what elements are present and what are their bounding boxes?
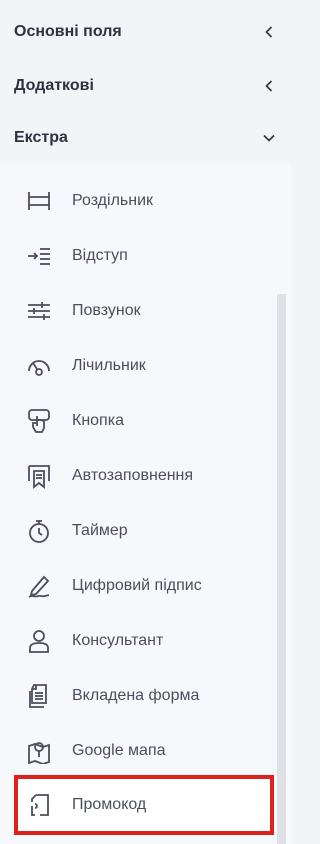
divider-icon [22,184,56,218]
item-button[interactable]: Кнопка [22,401,262,441]
nested-form-icon [22,679,56,713]
item-counter[interactable]: Лічильник [22,346,262,386]
chevron-left-icon [263,80,275,92]
item-label: Вкладена форма [72,687,200,704]
item-consultant[interactable]: Консультант [22,621,262,661]
item-signature[interactable]: Цифровий підпис [22,566,262,606]
item-label: Консультант [72,632,164,649]
item-label: Повзунок [72,302,141,319]
indent-icon [22,239,56,273]
stopwatch-icon [22,514,56,548]
autofill-icon [22,459,56,493]
item-slider[interactable]: Повзунок [22,291,262,331]
hand-pointer-icon [22,404,56,438]
item-label: Кнопка [72,412,124,429]
item-label: Цифровий підпис [72,577,202,594]
item-divider[interactable]: Роздільник [22,181,262,221]
item-label: Відступ [72,247,128,264]
user-icon [22,624,56,658]
section-main-fields-label: Основні поля [14,23,122,40]
item-label: Таймер [72,522,128,539]
chevron-down-icon [263,132,275,144]
section-extra[interactable]: Екстра [0,111,291,165]
item-label: Роздільник [72,192,154,209]
gauge-icon [22,349,56,383]
item-nested-form[interactable]: Вкладена форма [22,676,262,716]
item-indent[interactable]: Відступ [22,236,262,276]
section-main-fields[interactable]: Основні поля [0,5,291,59]
section-additional-label: Додаткові [14,77,94,94]
map-icon [22,734,56,768]
item-autofill[interactable]: Автозаповнення [22,456,262,496]
slider-icon [22,294,56,328]
item-label: Лічильник [72,357,146,374]
section-additional[interactable]: Додаткові [0,59,291,113]
item-google-map[interactable]: Google мапа [22,731,262,771]
chevron-left-icon [263,26,275,38]
item-label: Google мапа [72,742,166,759]
signature-icon [22,569,56,603]
promo-code-icon [22,788,56,822]
item-label: Промокод [72,796,147,813]
item-label: Автозаповнення [72,467,194,484]
scrollbar-track[interactable] [277,294,286,844]
item-timer[interactable]: Таймер [22,511,262,551]
section-extra-label: Екстра [14,129,68,146]
item-promo-code[interactable]: Промокод [22,785,262,825]
